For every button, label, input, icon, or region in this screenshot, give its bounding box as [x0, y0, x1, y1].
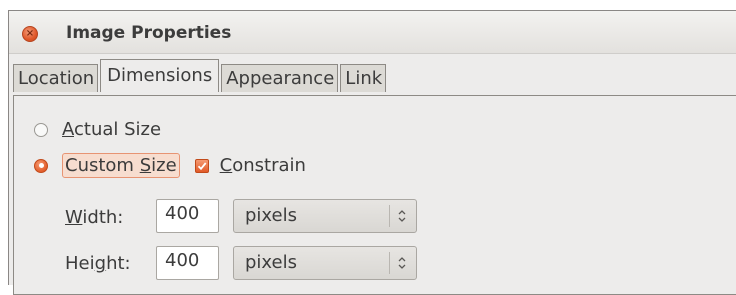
height-input[interactable]: 400 [156, 246, 219, 280]
spin-arrows-icon [398, 257, 406, 269]
width-unit-value: pixels [245, 205, 297, 226]
title-bar[interactable]: × Image Properties [9, 11, 736, 54]
constrain-checkbox[interactable] [194, 158, 209, 173]
tab-location[interactable]: Location [13, 64, 99, 92]
tab-dimensions[interactable]: Dimensions [100, 59, 220, 92]
custom-size-radio[interactable] [34, 158, 48, 173]
tab-bar: Location Dimensions Appearance Link [13, 59, 388, 92]
tab-appearance[interactable]: Appearance [221, 64, 339, 92]
combo-separator [389, 205, 390, 227]
width-unit-select[interactable]: pixels [233, 199, 417, 233]
dialog-title: Image Properties [66, 23, 232, 43]
actual-size-label: Actual Size [62, 119, 162, 140]
custom-size-row: Custom Size Constrain [34, 153, 306, 178]
width-label: Width: [65, 207, 124, 228]
close-icon[interactable]: × [22, 26, 38, 42]
tab-link[interactable]: Link [340, 64, 387, 92]
actual-size-option[interactable]: Actual Size [34, 119, 161, 140]
custom-size-label[interactable]: Custom Size [62, 153, 180, 178]
height-label: Height: [65, 253, 131, 274]
constrain-label[interactable]: Constrain [220, 155, 306, 176]
checkmark-icon [197, 161, 207, 170]
combo-separator [389, 252, 390, 274]
height-unit-select[interactable]: pixels [233, 246, 417, 280]
width-input[interactable]: 400 [156, 199, 219, 233]
spin-arrows-icon [398, 210, 406, 222]
height-unit-value: pixels [245, 252, 297, 273]
actual-size-radio[interactable] [34, 122, 48, 137]
